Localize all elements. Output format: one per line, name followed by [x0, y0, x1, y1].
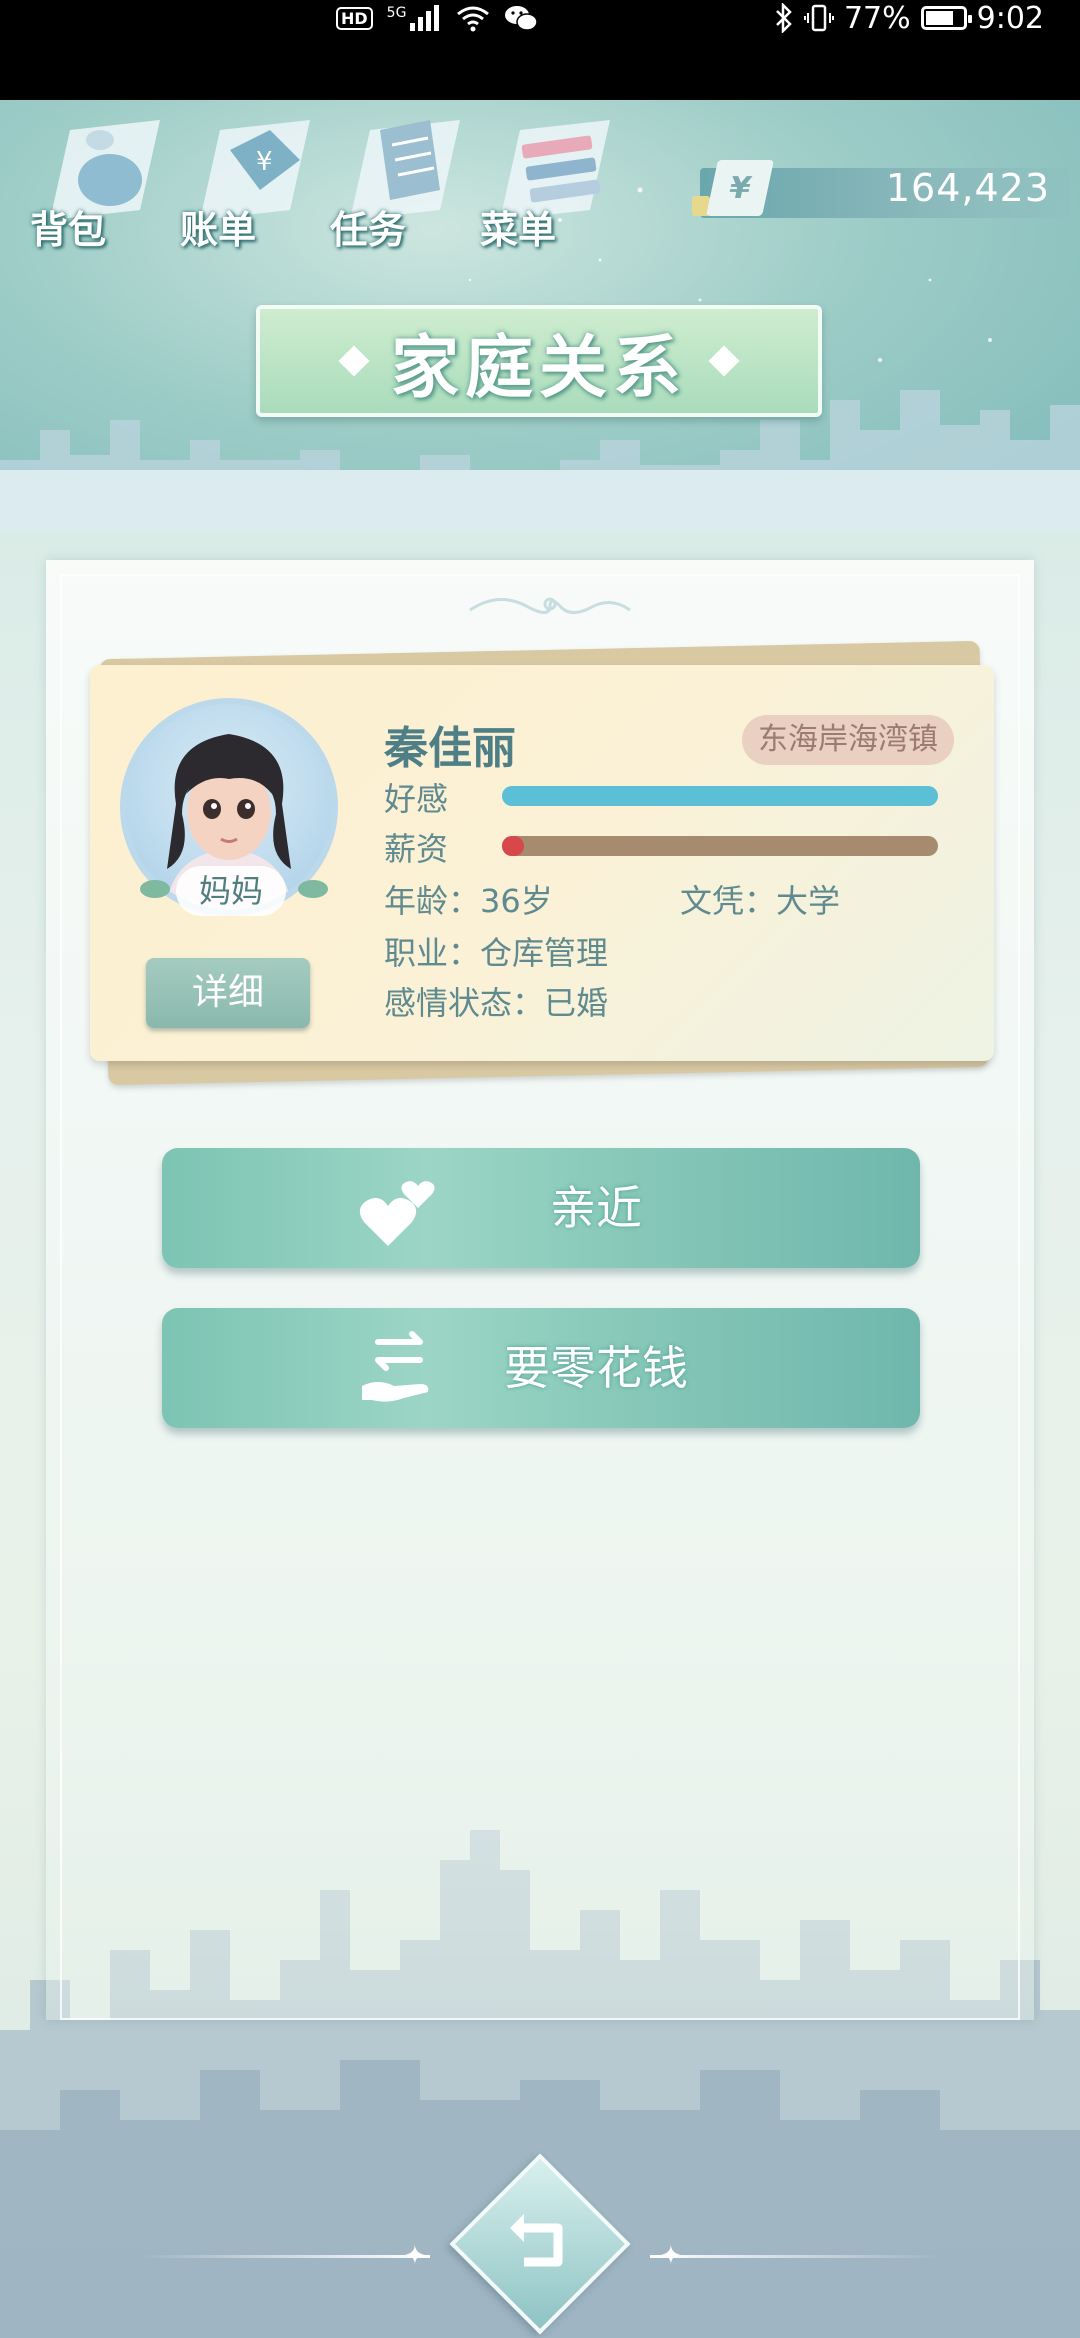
back-icon [510, 2214, 563, 2267]
salary-bar-fill [502, 836, 524, 856]
relation-label: 妈妈 [176, 866, 286, 916]
affection-bar-fill [502, 786, 938, 806]
wifi-icon [457, 6, 490, 32]
menu-task[interactable]: 任务 [330, 110, 470, 260]
battery-percent: 77% [843, 0, 911, 36]
svg-text:¥: ¥ [256, 147, 273, 177]
salary-label: 薪资 [384, 830, 449, 868]
education-info: 文凭：大学 [680, 882, 841, 920]
leaf-ornament-left [140, 880, 170, 898]
divider-left [140, 2255, 430, 2258]
title-banner: 家庭关系 [256, 305, 822, 417]
status-right: 77% 9:02 [774, 0, 1044, 36]
marital-status-info: 感情状态：已婚 [384, 984, 609, 1022]
sparkle-left-icon: ✦ [404, 2241, 426, 2271]
hd-badge: HD [336, 6, 373, 30]
age-info: 年龄：36岁 [384, 882, 553, 920]
approach-button[interactable]: 亲近 [162, 1148, 920, 1268]
detail-button[interactable]: 详细 [146, 958, 310, 1028]
menu-menu-label: 菜单 [480, 208, 557, 252]
allowance-button[interactable]: 要零花钱 [162, 1308, 920, 1428]
diamond-ornament-right [708, 345, 740, 377]
leaf-ornament-right [298, 880, 328, 898]
status-left: HD 5G [336, 0, 539, 36]
menu-backpack-label: 背包 [30, 208, 107, 252]
divider-right [650, 2255, 940, 2258]
network-label: 5G [386, 5, 407, 21]
menu-bill-label: 账单 [180, 208, 257, 252]
allowance-label: 要零花钱 [504, 1341, 688, 1395]
yen-icon: ¥ [706, 160, 774, 216]
flourish-ornament [469, 597, 631, 614]
location-badge: 东海岸海湾镇 [742, 715, 954, 765]
bluetooth-icon [776, 3, 792, 33]
wechat-icon [505, 6, 539, 31]
clock: 9:02 [976, 0, 1044, 36]
sparkle-right-icon: ✦ [660, 2241, 682, 2271]
character-name: 秦佳丽 [384, 723, 516, 774]
currency-amount: 164,423 [885, 166, 1050, 210]
menu-menu[interactable]: 菜单 [480, 110, 620, 260]
salary-bar [502, 836, 938, 856]
page-title: 家庭关系 [390, 328, 687, 408]
status-bar: HD 5G 77% 9:02 [0, 0, 1080, 100]
approach-label: 亲近 [550, 1181, 642, 1235]
menu-bill[interactable]: ¥ 账单 [180, 110, 320, 260]
menu-backpack[interactable]: 背包 [30, 110, 170, 260]
battery-level [925, 11, 954, 25]
network-indicator: 5G [387, 5, 443, 31]
vibrate-icon [803, 4, 834, 32]
affection-label: 好感 [384, 780, 449, 818]
affection-bar [502, 786, 938, 806]
battery-icon [920, 6, 972, 30]
occupation-info: 职业：仓库管理 [384, 934, 609, 972]
diamond-ornament-left [338, 345, 370, 377]
menu-task-label: 任务 [330, 208, 407, 252]
signal-icon [410, 5, 440, 31]
